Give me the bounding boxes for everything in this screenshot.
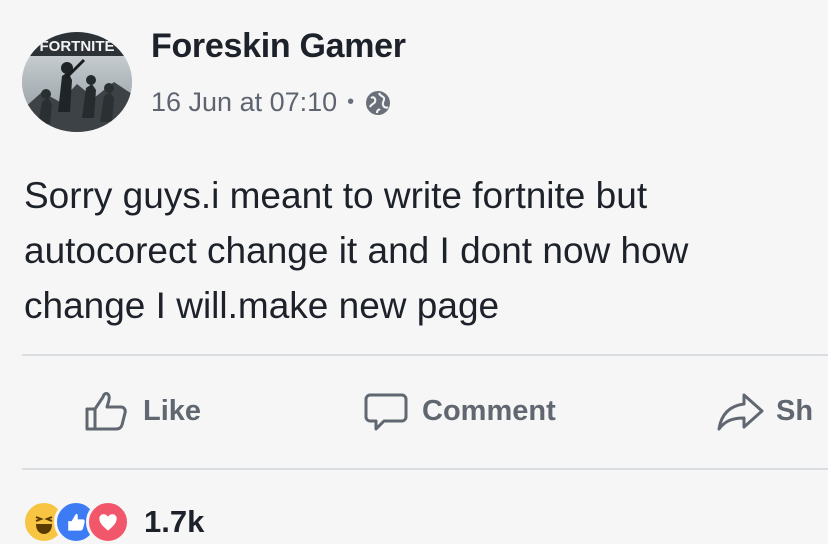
share-label: Sh [776,394,814,427]
facebook-post: FORTNITE Foreskin Gamer 16 Jun at 07:10 … [0,0,828,544]
globe-icon[interactable] [364,89,392,117]
speech-bubble-icon [364,393,408,431]
comment-button[interactable]: Comment [362,380,556,442]
reactions-summary[interactable]: 1.7k [22,500,204,544]
action-bar: Like Comment Sh [0,380,828,442]
share-arrow-icon [717,393,764,431]
reaction-count: 1.7k [144,504,205,539]
avatar[interactable]: FORTNITE [22,32,132,132]
thumbs-up-icon [85,392,127,431]
love-icon [86,500,130,544]
divider [22,468,828,470]
like-label: Like [143,394,202,427]
author-name[interactable]: Foreskin Gamer [151,27,406,66]
comment-label: Comment [422,394,556,427]
divider [22,354,828,356]
avatar-image: FORTNITE [22,32,132,132]
meta-separator: • [347,91,355,113]
share-button[interactable]: Sh [716,380,813,442]
post-text: Sorry guys.i meant to write fortnite but… [24,175,689,326]
avatar-logo-text: FORTNITE [40,38,115,55]
post-meta: 16 Jun at 07:10 • [151,87,392,118]
like-button[interactable]: Like [83,380,201,442]
post-timestamp[interactable]: 16 Jun at 07:10 [151,87,337,118]
